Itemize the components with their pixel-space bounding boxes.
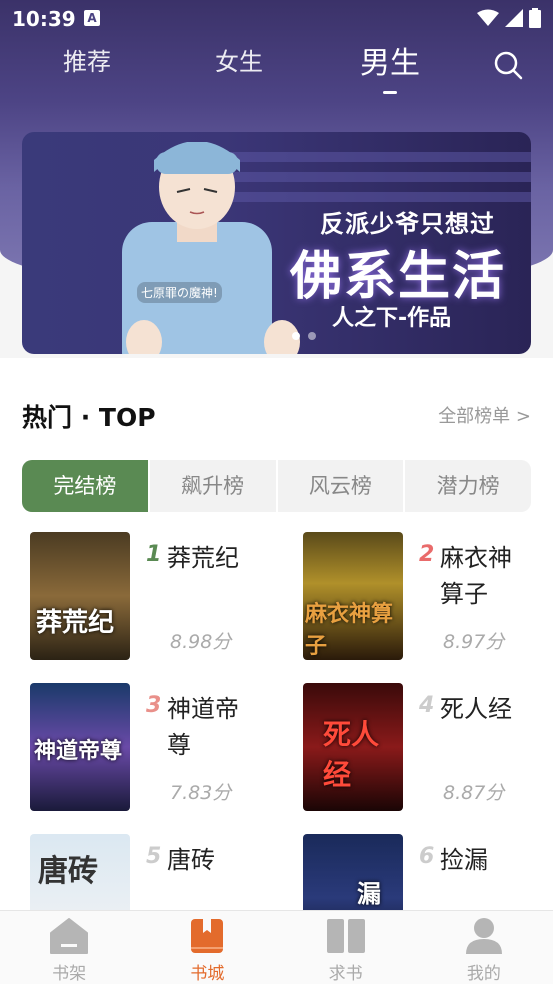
book-item[interactable]: 莽荒纪 1 莽荒纪 8.98分	[22, 532, 272, 662]
book-cover: 神道帝尊	[30, 683, 130, 811]
top-tabs: 推荐 女生 男生	[0, 42, 553, 102]
bottom-navigation: 书架 书城 求书 我的	[0, 910, 553, 984]
wifi-icon	[477, 9, 499, 26]
book-title: 唐砖	[167, 846, 215, 874]
rank-number: 2	[419, 542, 435, 567]
search-icon[interactable]	[493, 50, 523, 80]
rank-number: 6	[419, 844, 435, 869]
banner-title: 佛系生活	[290, 247, 507, 307]
bookshelf-icon	[50, 918, 89, 954]
cover-title: 死人经	[323, 718, 380, 791]
cover-title: 漏	[357, 880, 381, 908]
ranking-section: 热门 · TOP 全部榜单 > 完结榜 飙升榜 风云榜 潜力榜 莽荒纪 1 莽荒…	[0, 358, 553, 962]
ranking-tabs: 完结榜 飙升榜 风云榜 潜力榜	[22, 460, 531, 512]
system-icons	[477, 8, 541, 28]
rank-number: 1	[146, 542, 162, 567]
nav-profile[interactable]: 我的	[415, 911, 553, 984]
nav-request-book[interactable]: 求书	[277, 911, 415, 984]
book-score: 8.87分	[443, 782, 505, 804]
cover-title: 神道帝尊	[34, 739, 123, 764]
signal-icon	[505, 9, 523, 27]
tab-male[interactable]: 男生	[360, 38, 420, 94]
notification-a-icon: A	[84, 10, 100, 26]
banner-character-illustration	[122, 142, 300, 354]
book-item[interactable]: 麻衣神算子 2 麻衣神算子 8.97分	[295, 532, 545, 662]
banner-tag: 七原罪の魔神!	[137, 282, 222, 303]
book-cover: 莽荒纪	[30, 532, 130, 660]
cover-title: 莽荒纪	[36, 608, 115, 638]
status-time: 10:39	[12, 7, 76, 31]
tab-rising[interactable]: 飙升榜	[150, 460, 278, 512]
profile-icon	[465, 918, 502, 954]
book-score: 8.98分	[170, 631, 232, 653]
rank-number: 4	[419, 693, 435, 718]
tab-potential[interactable]: 潜力榜	[405, 460, 531, 512]
pagination-dot[interactable]	[292, 332, 300, 340]
nav-bookstore[interactable]: 书城	[138, 911, 276, 984]
tab-label: 女生	[215, 48, 263, 76]
cover-title: 麻衣神算子	[305, 602, 394, 659]
promo-banner[interactable]: 七原罪の魔神! 反派少爷只想过 佛系生活 人之下-作品	[22, 132, 531, 354]
nav-label: 书城	[190, 964, 225, 984]
tab-recommend[interactable]: 推荐	[63, 42, 111, 77]
tab-popular[interactable]: 风云榜	[278, 460, 406, 512]
tab-female[interactable]: 女生	[215, 42, 263, 77]
book-score: 8.97分	[443, 631, 505, 653]
book-item[interactable]: 神道帝尊 3 神道帝尊 7.83分	[22, 683, 272, 813]
book-title: 神道帝尊	[167, 695, 239, 759]
nav-label: 求书	[328, 964, 363, 984]
see-all-rankings-link[interactable]: 全部榜单 >	[438, 402, 531, 428]
banner-pagination	[292, 332, 316, 340]
book-title: 捡漏	[440, 846, 488, 874]
book-score: 7.83分	[170, 782, 232, 804]
tab-label: 推荐	[63, 48, 111, 76]
bookstore-icon	[191, 919, 224, 953]
nav-bookshelf[interactable]: 书架	[0, 911, 138, 984]
tab-label: 男生	[360, 46, 420, 81]
tab-completed[interactable]: 完结榜	[22, 460, 150, 512]
section-title: 热门 · TOP	[22, 403, 156, 432]
book-cover: 麻衣神算子	[303, 532, 403, 660]
book-title: 莽荒纪	[167, 544, 239, 572]
nav-label: 书架	[52, 964, 87, 984]
book-item[interactable]: 死人经 4 死人经 8.87分	[295, 683, 545, 813]
banner-author: 人之下-作品	[332, 306, 452, 331]
book-title: 麻衣神算子	[440, 544, 512, 608]
rank-number: 3	[146, 693, 162, 718]
battery-icon	[529, 8, 541, 28]
active-tab-indicator	[383, 91, 397, 94]
pagination-dot[interactable]	[308, 332, 316, 340]
status-bar: 10:39 A	[0, 0, 553, 38]
rank-number: 5	[146, 844, 162, 869]
nav-label: 我的	[466, 964, 501, 984]
book-title: 死人经	[440, 695, 512, 723]
cover-title: 唐砖	[38, 854, 98, 889]
request-book-icon	[326, 919, 365, 953]
book-cover: 死人经	[303, 683, 403, 811]
